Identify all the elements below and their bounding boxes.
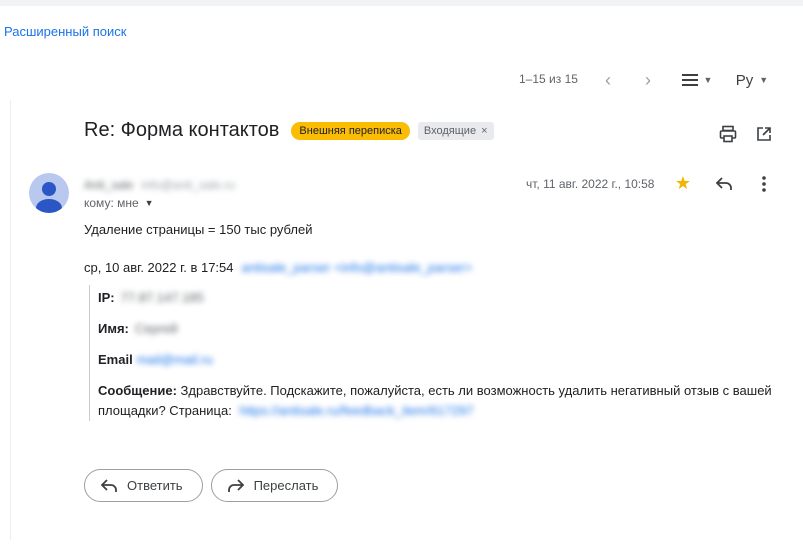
forward-icon <box>227 478 244 492</box>
recipient-details-icon[interactable]: ▼ <box>145 198 154 208</box>
label-inbox: Входящие × <box>417 121 494 140</box>
message-body-line: Удаление страницы = 150 тыс рублей <box>84 222 313 237</box>
star-icon[interactable]: ★ <box>673 173 693 193</box>
message-label: Сообщение: <box>98 383 177 398</box>
quote-email-row: Email mail@mail.ru <box>98 352 213 367</box>
quote-header: ср, 10 авг. 2022 г. в 17:54 antisale_par… <box>84 260 472 275</box>
subject-row: Re: Форма контактов Внешняя переписка Вх… <box>84 119 494 142</box>
reply-label: Ответить <box>127 478 183 493</box>
name-value: Сергей <box>134 321 178 336</box>
language-caret-icon: ▼ <box>759 75 769 85</box>
page-link[interactable]: https://antisale.ru/feedback_item/617297 <box>239 403 473 418</box>
sender-name: Anti_sale <box>84 178 134 192</box>
name-label: Имя: <box>98 321 129 336</box>
print-icon[interactable] <box>717 123 739 145</box>
reply-button[interactable]: Ответить <box>84 469 203 502</box>
sender-email: info@anti_sale.ru <box>141 178 235 192</box>
remove-label-icon[interactable]: × <box>481 125 487 137</box>
open-in-new-window-icon[interactable] <box>753 123 775 145</box>
chevron-left-icon[interactable]: ‹ <box>601 68 615 92</box>
recipient-line: кому: мне ▼ <box>84 196 154 210</box>
density-caret-icon: ▼ <box>703 75 713 85</box>
quote-message-row: Сообщение: Здравствуйте. Подскажите, пож… <box>98 381 788 421</box>
avatar[interactable] <box>29 173 69 213</box>
toolbar: 1–15 из 15 ‹ › ▼ Ру ▼ <box>0 68 803 92</box>
quote-sender: antisale_parser <info@antisale_parser> <box>241 260 473 275</box>
subject-title: Re: Форма контактов <box>84 119 280 141</box>
ip-label: IP: <box>98 290 115 305</box>
email-label: Email <box>98 352 133 367</box>
label-external: Внешняя переписка <box>291 121 410 140</box>
quote-name-row: Имя: Сергей <box>98 321 178 336</box>
forward-button[interactable]: Переслать <box>210 469 339 502</box>
ip-value: 77.87.147.185 <box>120 290 204 305</box>
sender-info: Anti_sale info@anti_sale.ru <box>84 178 235 192</box>
quote-ip-row: IP: 77.87.147.185 <box>98 290 204 305</box>
recipient-text: кому: мне <box>84 196 139 210</box>
forward-label: Переслать <box>253 478 319 493</box>
language-label: Ру <box>735 71 754 89</box>
action-buttons: Ответить Переслать <box>84 469 339 502</box>
density-icon <box>681 74 698 86</box>
more-options-icon[interactable] <box>754 173 774 195</box>
chevron-right-icon[interactable]: › <box>641 68 655 92</box>
top-strip <box>0 0 803 6</box>
person-icon <box>36 182 62 213</box>
density-button[interactable]: ▼ <box>680 68 714 92</box>
left-divider <box>10 100 11 540</box>
reply-icon <box>101 478 117 492</box>
label-inbox-text: Входящие <box>423 124 477 137</box>
advanced-search-link[interactable]: Расширенный поиск <box>4 24 126 39</box>
quoted-message: IP: 77.87.147.185 Имя: Сергей Email mail@ma… <box>89 285 790 421</box>
message-date: чт, 11 авг. 2022 г., 10:58 <box>526 177 655 191</box>
reply-icon[interactable] <box>713 173 735 195</box>
quote-date: ср, 10 авг. 2022 г. в 17:54 <box>84 260 234 275</box>
email-value[interactable]: mail@mail.ru <box>137 352 213 367</box>
pager-text: 1–15 из 15 <box>519 72 578 86</box>
language-button[interactable]: Ру ▼ <box>735 68 769 92</box>
